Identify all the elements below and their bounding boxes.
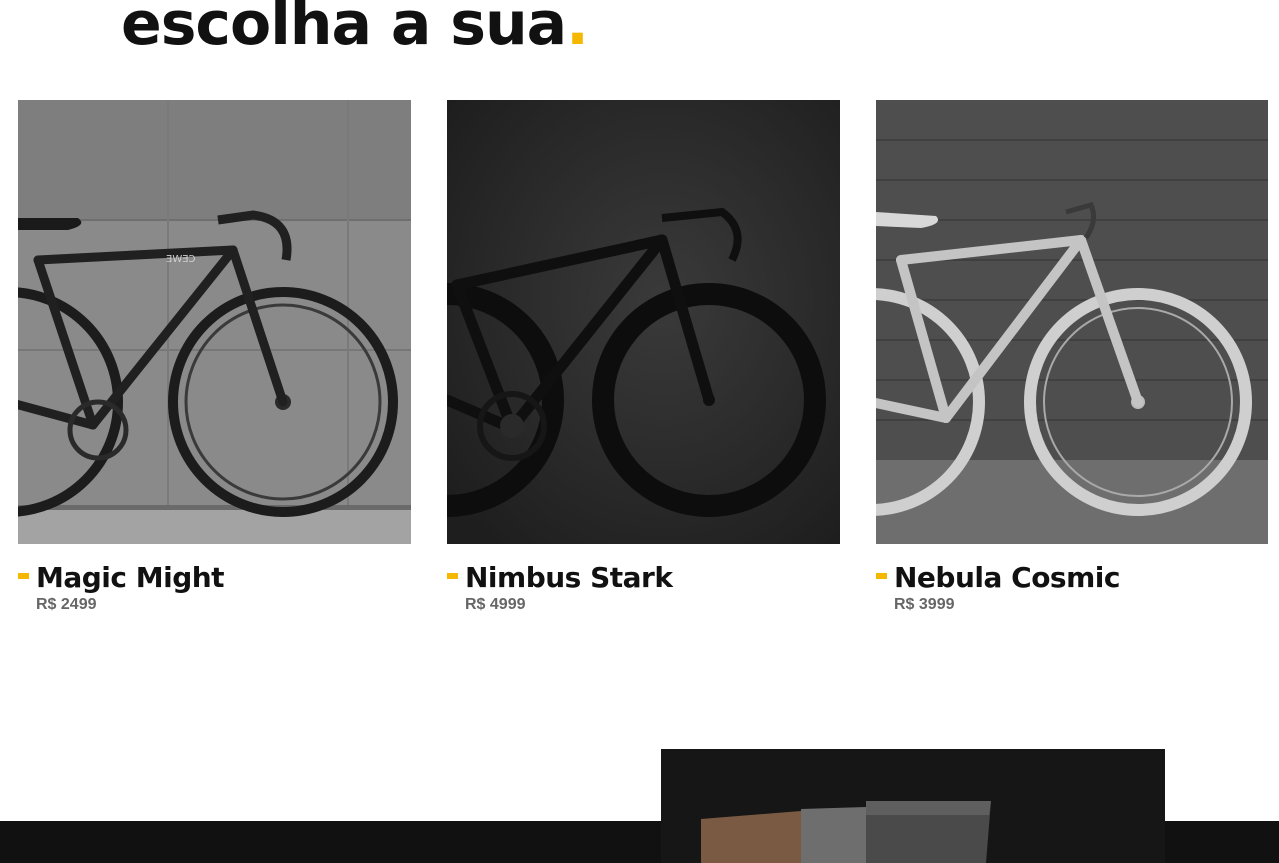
- product-card-nimbus-stark[interactable]: Nimbus Stark R$ 4999: [447, 100, 840, 614]
- product-photo-nebula-cosmic[interactable]: [876, 100, 1268, 544]
- hero-title-text: escolha a sua: [121, 0, 567, 59]
- accent-marker: [18, 573, 29, 579]
- product-card-magic-might[interactable]: ƎWƎↃ Magic Might R$ 2499: [18, 100, 411, 614]
- hero-title: escolha a sua.: [121, 0, 589, 64]
- accent-marker: [876, 573, 887, 579]
- product-name[interactable]: Nebula Cosmic: [894, 561, 1120, 595]
- product-photo-magic-might[interactable]: ƎWƎↃ: [18, 100, 411, 544]
- product-price: R$ 3999: [894, 596, 955, 613]
- product-card-nebula-cosmic[interactable]: Nebula Cosmic R$ 3999: [876, 100, 1268, 614]
- hero-title-accent-dot: .: [566, 0, 589, 59]
- product-name[interactable]: Magic Might: [36, 561, 225, 595]
- product-name[interactable]: Nimbus Stark: [465, 561, 673, 595]
- product-price: R$ 4999: [465, 596, 526, 613]
- accent-marker: [447, 573, 458, 579]
- product-photo-nimbus-stark[interactable]: [447, 100, 840, 544]
- frame-brand-text: ƎWƎↃ: [166, 254, 196, 265]
- product-price: R$ 2499: [36, 596, 97, 613]
- promo-photo-tool: [661, 749, 1165, 863]
